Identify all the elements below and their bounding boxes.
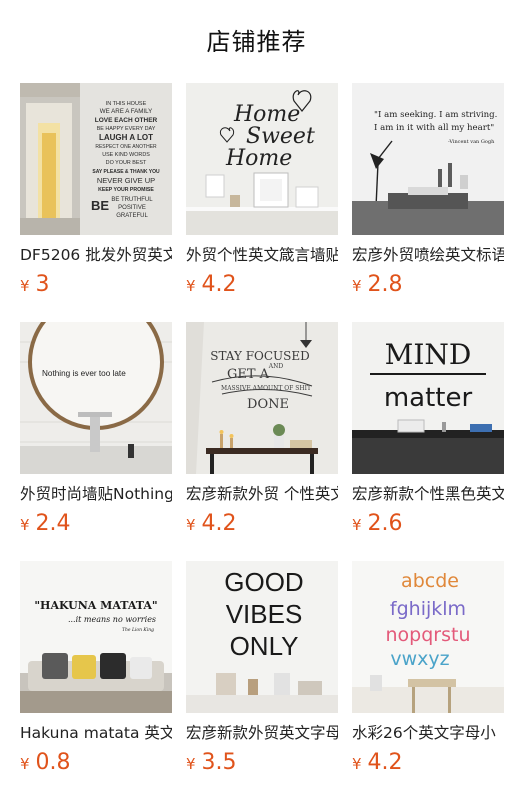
product-name[interactable]: 宏彦外贸喷绘英文标语 <box>352 244 504 266</box>
product-price: ¥ 2.4 <box>20 511 172 536</box>
product-card[interactable]: MIND matter 宏彦新款个性黑色英文 ¥ 2.6 <box>352 322 504 561</box>
product-image[interactable]: Home Sweet Home <box>186 83 338 235</box>
page-title: 店铺推荐 <box>206 28 307 56</box>
art-line: DONE <box>247 397 289 412</box>
product-name[interactable]: 宏彦新款外贸英文字母 <box>186 722 338 744</box>
price-value: 4.2 <box>367 750 403 775</box>
art-line: SAY PLEASE & THANK YOU <box>92 169 160 175</box>
art-line: STAY FOCUSED <box>210 349 310 363</box>
product-price: ¥ 2.8 <box>352 272 504 297</box>
currency-symbol: ¥ <box>20 755 30 773</box>
currency-symbol: ¥ <box>186 755 196 773</box>
art-line: Nothing is ever too late <box>42 369 126 378</box>
product-name[interactable]: 宏彦新款个性黑色英文 <box>352 483 504 505</box>
product-name[interactable]: 外贸个性英文箴言墙贴 <box>186 244 338 266</box>
currency-symbol: ¥ <box>352 277 362 295</box>
product-image[interactable]: GOOD VIBES ONLY <box>186 561 338 713</box>
art-line: "I am seeking. I am striving. <box>374 110 497 120</box>
product-image[interactable]: IN THIS HOUSE WE ARE A FAMILY LOVE EACH … <box>20 83 172 235</box>
art-line: MIND <box>385 338 472 371</box>
product-image[interactable]: abcde fghijklm nopqrstu vwxyz <box>352 561 504 713</box>
currency-symbol: ¥ <box>352 755 362 773</box>
art-line: KEEP YOUR PROMISE <box>98 187 154 193</box>
currency-symbol: ¥ <box>352 516 362 534</box>
art-line: NEVER GIVE UP <box>97 176 155 185</box>
product-image[interactable]: MIND matter <box>352 322 504 474</box>
store-recommend-page: 店铺推荐 IN THIS HOUSE WE ARE A FAMILY LOVE … <box>0 0 513 800</box>
art-line: fghijklm <box>390 598 466 620</box>
product-price: ¥ 0.8 <box>20 750 172 775</box>
art-line: LOVE EACH OTHER <box>95 117 158 124</box>
art-line: -Vincent van Gogh <box>448 139 495 145</box>
art-line: BE HAPPY EVERY DAY <box>97 126 156 132</box>
art-line: BE TRUTHFUL <box>111 197 153 203</box>
price-value: 0.8 <box>35 750 71 775</box>
product-price: ¥ 2.6 <box>352 511 504 536</box>
product-price: ¥ 4.2 <box>352 750 504 775</box>
product-card[interactable]: STAY FOCUSED AND GET A MASSIVE AMOUNT OF… <box>186 322 338 561</box>
price-value: 2.8 <box>367 272 403 297</box>
product-card[interactable]: "I am seeking. I am striving. I am in it… <box>352 83 504 322</box>
price-value: 3.5 <box>201 750 237 775</box>
product-image[interactable]: Nothing is ever too late <box>20 322 172 474</box>
product-price: ¥ 3.5 <box>186 750 338 775</box>
product-price: ¥ 4.2 <box>186 511 338 536</box>
art-line: I am in it with all my heart" <box>374 123 494 133</box>
art-line: WE ARE A FAMILY <box>100 108 153 115</box>
product-name[interactable]: DF5206 批发外贸英文 <box>20 244 172 266</box>
currency-symbol: ¥ <box>20 277 30 295</box>
currency-symbol: ¥ <box>20 516 30 534</box>
art-line: GRATEFUL <box>116 213 148 219</box>
product-price: ¥ 3 <box>20 272 172 297</box>
product-name[interactable]: 外贸时尚墙贴Nothing <box>20 483 172 505</box>
price-value: 4.2 <box>201 272 237 297</box>
currency-symbol: ¥ <box>186 277 196 295</box>
art-line: IN THIS HOUSE <box>106 101 147 107</box>
art-line: GOOD <box>224 567 303 597</box>
product-price: ¥ 4.2 <box>186 272 338 297</box>
art-line: Home <box>225 146 292 171</box>
art-line: The Lion King <box>122 627 154 633</box>
art-line: LAUGH A LOT <box>99 133 153 142</box>
art-line: nopqrstu <box>386 624 471 646</box>
price-value: 4.2 <box>201 511 237 536</box>
product-image[interactable]: STAY FOCUSED AND GET A MASSIVE AMOUNT OF… <box>186 322 338 474</box>
art-line: ONLY <box>230 631 299 661</box>
product-card[interactable]: Home Sweet Home 外贸个性英文箴言墙贴 ¥ 4.2 <box>186 83 338 322</box>
currency-symbol: ¥ <box>186 516 196 534</box>
art-line: GET A <box>227 367 270 382</box>
art-line: AND <box>268 363 284 370</box>
product-image[interactable]: "HAKUNA MATATA" ...it means no worries T… <box>20 561 172 713</box>
product-grid: IN THIS HOUSE WE ARE A FAMILY LOVE EACH … <box>20 83 504 800</box>
price-value: 2.6 <box>367 511 403 536</box>
price-value: 2.4 <box>35 511 71 536</box>
price-value: 3 <box>35 272 50 297</box>
art-line: MASSIVE AMOUNT OF SHIT <box>221 385 311 392</box>
product-card[interactable]: GOOD VIBES ONLY 宏彦新款外贸英文字母 ¥ 3.5 <box>186 561 338 800</box>
art-line: POSITIVE <box>118 205 146 211</box>
product-card[interactable]: IN THIS HOUSE WE ARE A FAMILY LOVE EACH … <box>20 83 172 322</box>
product-name[interactable]: 宏彦新款外贸 个性英文 <box>186 483 338 505</box>
product-image[interactable]: "I am seeking. I am striving. I am in it… <box>352 83 504 235</box>
art-line: "HAKUNA MATATA" <box>34 599 157 612</box>
art-line: VIBES <box>226 599 303 629</box>
product-card[interactable]: Nothing is ever too late 外贸时尚墙贴Nothing ¥… <box>20 322 172 561</box>
product-name[interactable]: 水彩26个英文字母小 <box>352 722 504 744</box>
art-line: matter <box>384 383 473 413</box>
product-card[interactable]: abcde fghijklm nopqrstu vwxyz 水彩26个英文字母小… <box>352 561 504 800</box>
product-name[interactable]: Hakuna matata 英文 <box>20 722 172 744</box>
svg-text:BE: BE <box>91 198 109 213</box>
art-line: ...it means no worries <box>68 615 156 624</box>
art-line: vwxyz <box>390 648 449 670</box>
art-line: USE KIND WORDS <box>102 152 150 158</box>
art-line: abcde <box>401 570 459 592</box>
art-line: RESPECT ONE ANOTHER <box>95 144 157 150</box>
art-line: DO YOUR BEST <box>106 160 147 166</box>
product-card[interactable]: "HAKUNA MATATA" ...it means no worries T… <box>20 561 172 800</box>
